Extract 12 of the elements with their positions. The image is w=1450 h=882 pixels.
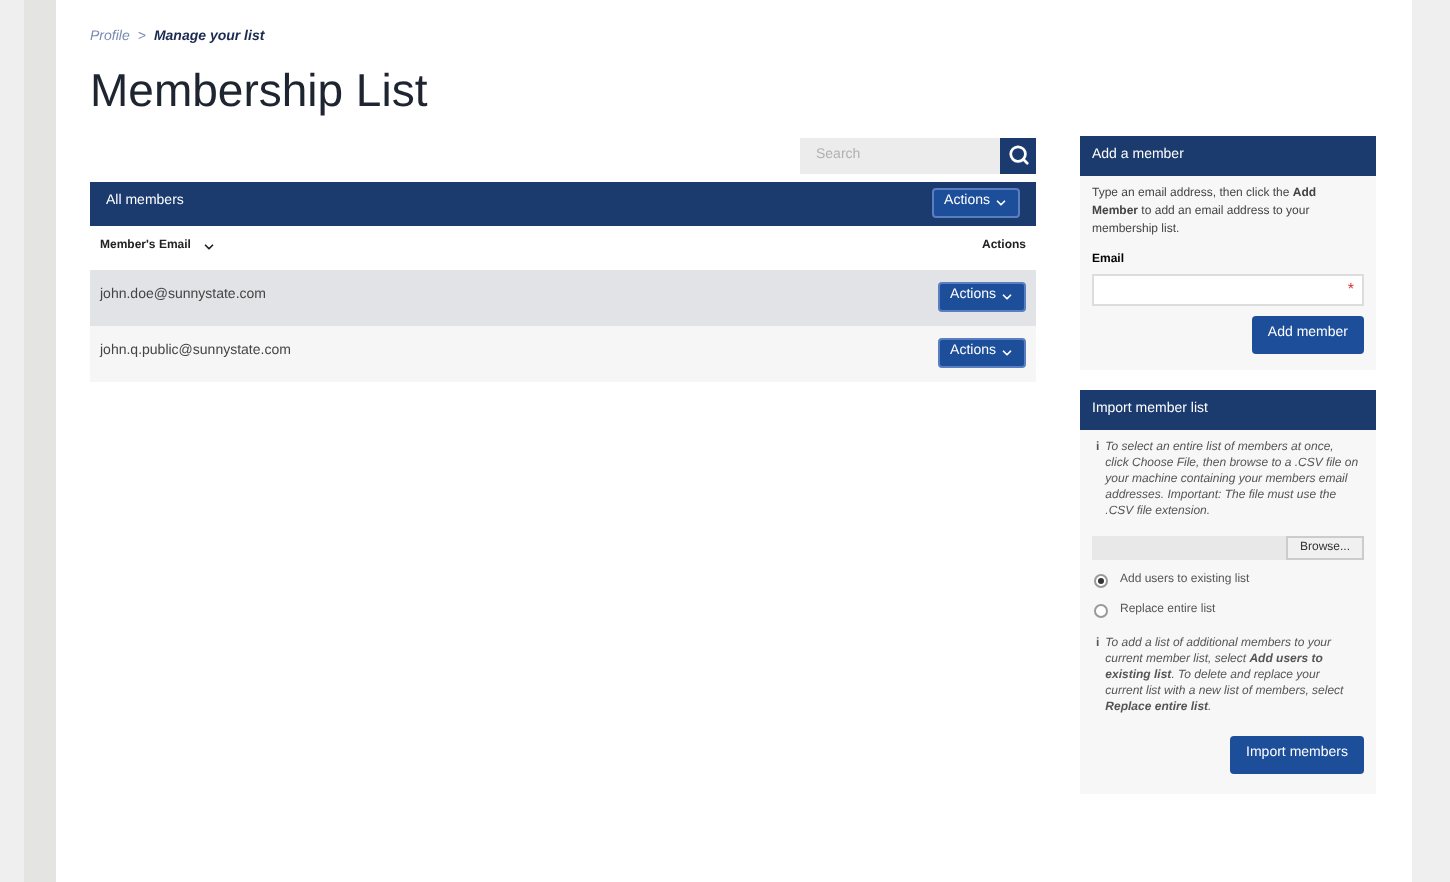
file-field[interactable] — [1092, 536, 1286, 560]
search-button[interactable] — [1000, 137, 1036, 173]
required-mark: * — [1347, 278, 1354, 302]
page-title: Membership List — [90, 61, 430, 117]
search-icon — [1007, 144, 1029, 166]
caret-icon — [994, 196, 1008, 210]
caret-icon — [1000, 346, 1014, 360]
caret-icon — [1000, 290, 1014, 304]
sort-icon — [202, 240, 217, 254]
email-field[interactable]: * — [1092, 274, 1364, 306]
radio-button[interactable] — [1094, 574, 1108, 588]
radio-button[interactable] — [1094, 604, 1108, 618]
